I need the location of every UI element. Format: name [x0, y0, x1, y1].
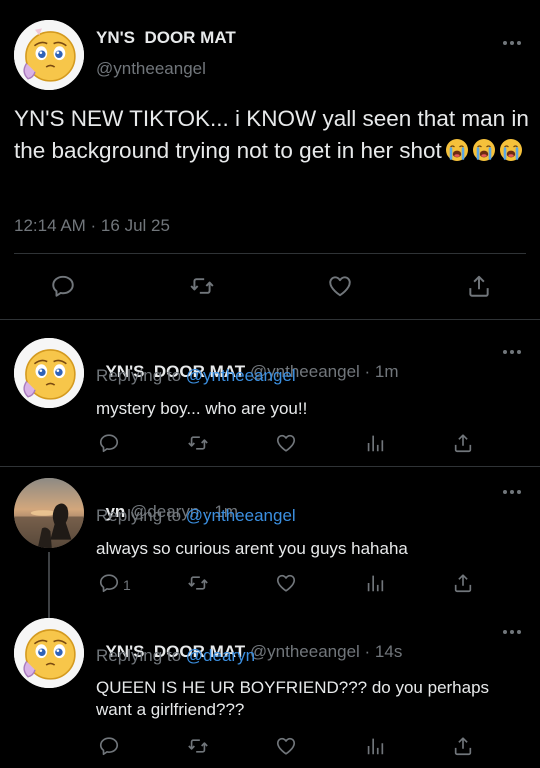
- emoji-avatar-icon: [14, 20, 84, 90]
- replying-to-link[interactable]: @yntheeangel: [186, 506, 296, 525]
- retweet-button[interactable]: [186, 432, 210, 454]
- replying-prefix: Replying to: [96, 646, 182, 665]
- handle-time[interactable]: @yntheeangel · 14s: [250, 642, 402, 661]
- reply-text: always so curious arent you guys hahaha: [96, 539, 408, 558]
- replying-to-link[interactable]: @yntheeangel: [186, 366, 296, 385]
- reply-button[interactable]: [98, 432, 120, 454]
- share-button[interactable]: [452, 572, 474, 594]
- divider: [0, 466, 540, 467]
- reply-button[interactable]: [98, 735, 120, 757]
- tweet-text: YN'S NEW TIKTOK... i KNOW yall seen that…: [14, 103, 529, 167]
- retweet-icon: [186, 572, 210, 594]
- display-name[interactable]: YN'S DOOR MAT: [96, 28, 236, 48]
- replying-prefix: Replying to: [96, 366, 182, 385]
- divider: [0, 319, 540, 320]
- more-icon[interactable]: [503, 349, 521, 355]
- avatar[interactable]: [14, 618, 84, 688]
- retweet-button[interactable]: [188, 273, 216, 299]
- avatar[interactable]: [14, 478, 84, 548]
- reply-icon: [98, 432, 120, 454]
- reply-icon: [50, 273, 76, 299]
- like-button[interactable]: [275, 735, 297, 757]
- replying-to: Replying to @dearyn: [96, 646, 255, 666]
- like-button[interactable]: [275, 572, 297, 594]
- replying-to-link[interactable]: @dearyn: [186, 646, 255, 665]
- avatar[interactable]: [14, 20, 84, 90]
- share-icon: [452, 432, 474, 454]
- reply-text: QUEEN IS HE UR BOYFRIEND??? do you perha…: [96, 678, 490, 719]
- replying-prefix: Replying to: [96, 506, 182, 525]
- timestamp[interactable]: 12:14 AM · 16 Jul 25: [14, 216, 170, 236]
- heart-icon: [275, 572, 297, 594]
- retweet-button[interactable]: [186, 735, 210, 757]
- share-button[interactable]: [452, 432, 474, 454]
- heart-icon: [327, 273, 353, 299]
- reply-text: mystery boy... who are you!!: [96, 399, 308, 418]
- analytics-icon: [364, 735, 386, 757]
- more-icon[interactable]: [503, 489, 521, 495]
- divider: [14, 253, 526, 254]
- share-icon: [452, 572, 474, 594]
- retweet-icon: [186, 735, 210, 757]
- analytics-button[interactable]: [364, 572, 386, 594]
- retweet-button[interactable]: [186, 572, 210, 594]
- sunset-photo-avatar-icon: [14, 478, 84, 548]
- reply-icon: [98, 735, 120, 757]
- reply-count: 1: [123, 577, 131, 593]
- more-icon[interactable]: [503, 629, 521, 635]
- share-button[interactable]: [452, 735, 474, 757]
- emoji-avatar-icon: [14, 618, 84, 688]
- share-button[interactable]: [466, 273, 492, 299]
- analytics-icon: [364, 432, 386, 454]
- replying-to: Replying to @yntheeangel: [96, 366, 296, 386]
- analytics-icon: [364, 572, 386, 594]
- crying-emoji-icon: [472, 138, 496, 162]
- thread-line: [48, 552, 50, 618]
- like-button[interactable]: [275, 432, 297, 454]
- share-icon: [466, 273, 492, 299]
- crying-emoji-icon: [499, 138, 523, 162]
- share-icon: [452, 735, 474, 757]
- like-button[interactable]: [327, 273, 353, 299]
- analytics-button[interactable]: [364, 735, 386, 757]
- avatar[interactable]: [14, 338, 84, 408]
- heart-icon: [275, 735, 297, 757]
- retweet-icon: [188, 273, 216, 299]
- crying-emoji-icon: [445, 138, 469, 162]
- heart-icon: [275, 432, 297, 454]
- handle[interactable]: @yntheeangel: [96, 59, 206, 79]
- emoji-avatar-icon: [14, 338, 84, 408]
- retweet-icon: [186, 432, 210, 454]
- replying-to: Replying to @yntheeangel: [96, 506, 296, 526]
- more-icon[interactable]: [503, 40, 521, 46]
- reply-button[interactable]: [50, 273, 76, 299]
- reply-button[interactable]: 1: [98, 572, 131, 594]
- analytics-button[interactable]: [364, 432, 386, 454]
- reply-icon: [98, 572, 120, 594]
